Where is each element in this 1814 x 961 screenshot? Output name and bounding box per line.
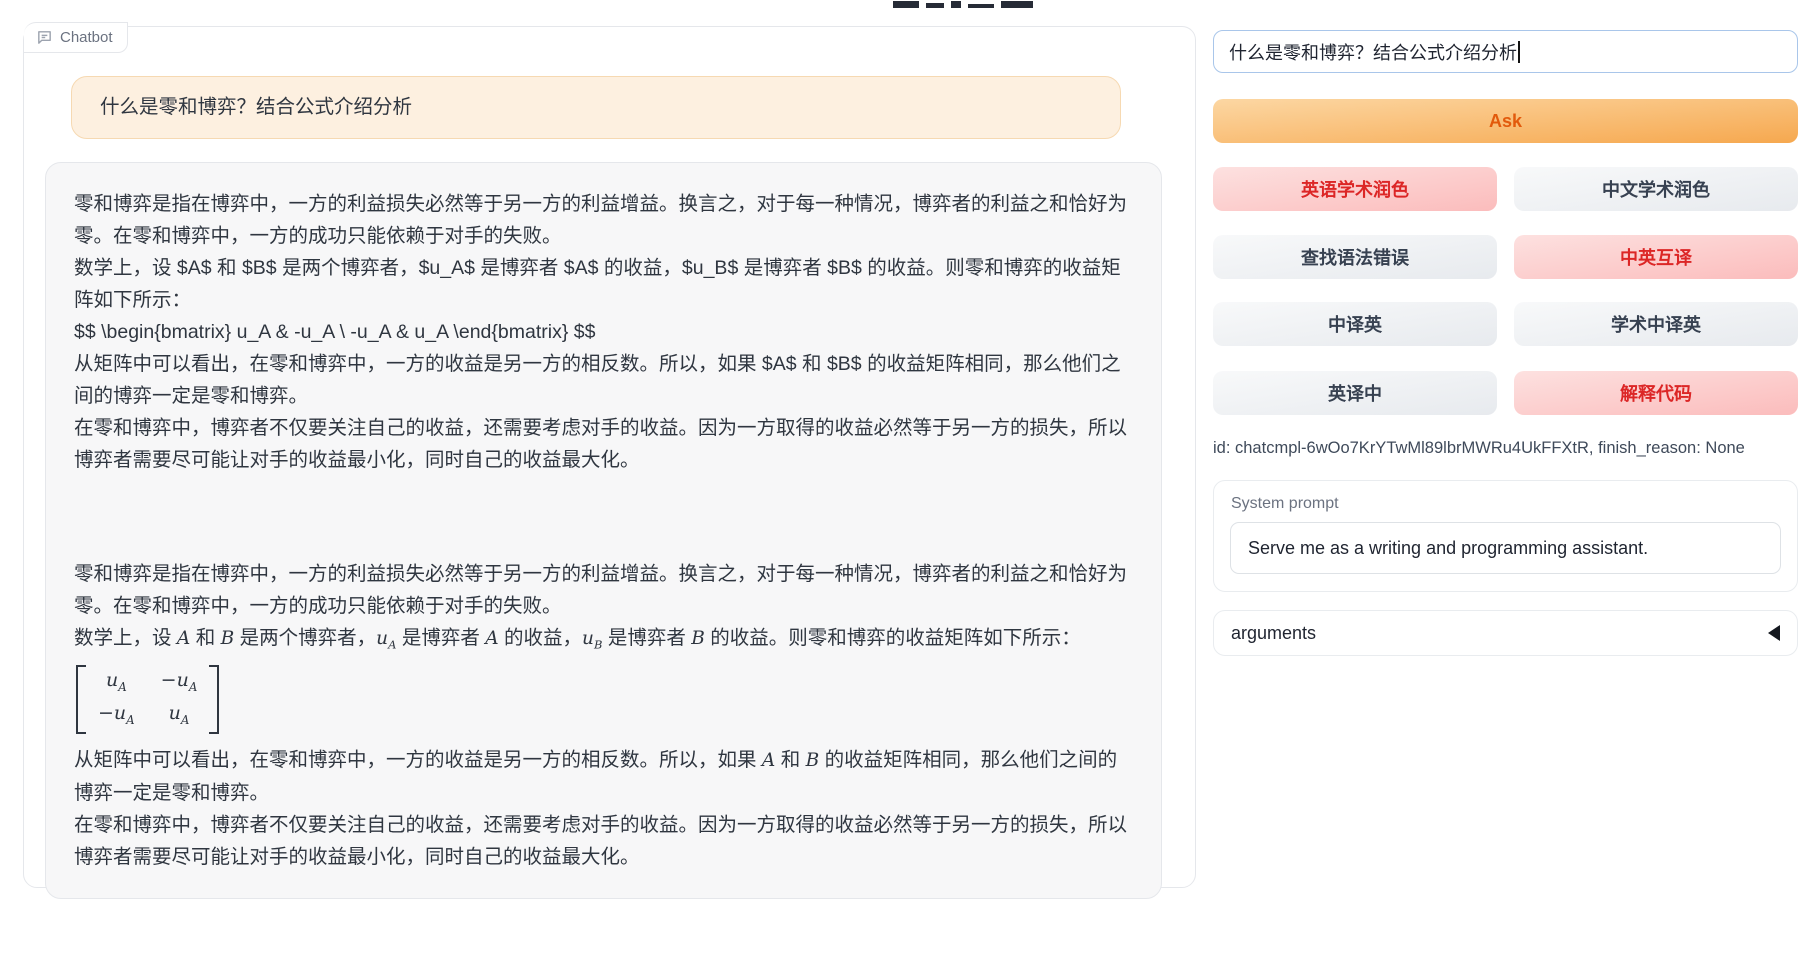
action-explain-code[interactable]: 解释代码 [1514,371,1798,415]
system-prompt-card: System prompt Serve me as a writing and … [1213,480,1798,592]
system-prompt-label: System prompt [1231,495,1797,513]
bot-raw-paragraph: 从矩阵中可以看出，在零和博弈中，一方的收益是另一方的相反数。所以，如果 $A$ … [74,348,1133,412]
ask-button-label: Ask [1489,111,1522,132]
matrix-left-bracket [76,665,86,735]
user-message-text: 什么是零和博弈？结合公式介绍分析 [100,96,412,118]
bot-rendered-paragraph: 零和博弈是指在博弈中，一方的利益损失必然等于另一方的利益增益。换言之，对于每一种… [74,558,1133,622]
system-prompt-input[interactable]: Serve me as a writing and programming as… [1230,522,1781,574]
paragraph-gap [74,476,1133,558]
bot-rendered-paragraph: 在零和博弈中，博弈者不仅要关注自己的收益，还需要考虑对手的收益。因为一方取得的收… [74,809,1133,873]
action-zh-en-mutual-translate[interactable]: 中英互译 [1514,235,1798,279]
app-window: Chatbot 什么是零和博弈？结合公式介绍分析 零和博弈是指在博弈中，一方的利… [0,0,1814,961]
bot-rendered-paragraph: 数学上，设 A 和 B 是两个博弈者，uA 是博弈者 A 的收益，uB 是博弈者… [74,622,1133,661]
response-status-line: id: chatcmpl-6wOo7KrYTwMl89lbrMWRu4UkFFX… [1213,439,1798,458]
question-input[interactable]: 什么是零和博弈？结合公式介绍分析 [1213,30,1798,73]
chatbot-label: Chatbot [24,22,128,53]
question-input-value: 什么是零和博弈？结合公式介绍分析 [1229,39,1517,65]
action-chinese-academic-polish[interactable]: 中文学术润色 [1514,167,1798,211]
bot-raw-paragraph: 零和博弈是指在博弈中，一方的利益损失必然等于另一方的利益增益。换言之，对于每一种… [74,188,1133,252]
chatbot-label-text: Chatbot [60,29,113,46]
bot-raw-latex: $$ \begin{bmatrix} u_A & -u_A \ -u_A & u… [74,316,1133,348]
action-zh-to-en[interactable]: 中译英 [1213,302,1497,346]
action-academic-zh-to-en[interactable]: 学术中译英 [1514,302,1798,346]
user-message-bubble: 什么是零和博弈？结合公式介绍分析 [71,76,1121,139]
arguments-accordion[interactable]: arguments [1213,610,1798,656]
matrix-cells: uA−uA−uAuA [86,665,209,735]
rendered-matrix: uA−uA−uAuA [74,661,1133,745]
ask-button[interactable]: Ask [1213,99,1798,143]
bot-raw-paragraph: 数学上，设 $A$ 和 $B$ 是两个博弈者，$u_A$ 是博弈者 $A$ 的收… [74,252,1133,316]
text-cursor [1518,41,1520,63]
arguments-accordion-label: arguments [1231,623,1316,644]
system-prompt-value: Serve me as a writing and programming as… [1248,538,1648,559]
bot-raw-paragraph: 在零和博弈中，博弈者不仅要关注自己的收益，还需要考虑对手的收益。因为一方取得的收… [74,412,1133,476]
clipped-page-title [893,0,1043,8]
collapse-arrow-icon [1768,625,1780,641]
chat-bubble-icon [36,29,53,46]
bot-rendered-paragraph: 从矩阵中可以看出，在零和博弈中，一方的收益是另一方的相反数。所以，如果 A 和 … [74,744,1133,809]
matrix-right-bracket [209,665,219,735]
action-find-grammar-errors[interactable]: 查找语法错误 [1213,235,1497,279]
chatbot-panel: Chatbot 什么是零和博弈？结合公式介绍分析 零和博弈是指在博弈中，一方的利… [23,26,1196,888]
action-english-academic-polish[interactable]: 英语学术润色 [1213,167,1497,211]
bot-message-bubble: 零和博弈是指在博弈中，一方的利益损失必然等于另一方的利益增益。换言之，对于每一种… [45,162,1162,899]
action-en-to-zh[interactable]: 英译中 [1213,371,1497,415]
